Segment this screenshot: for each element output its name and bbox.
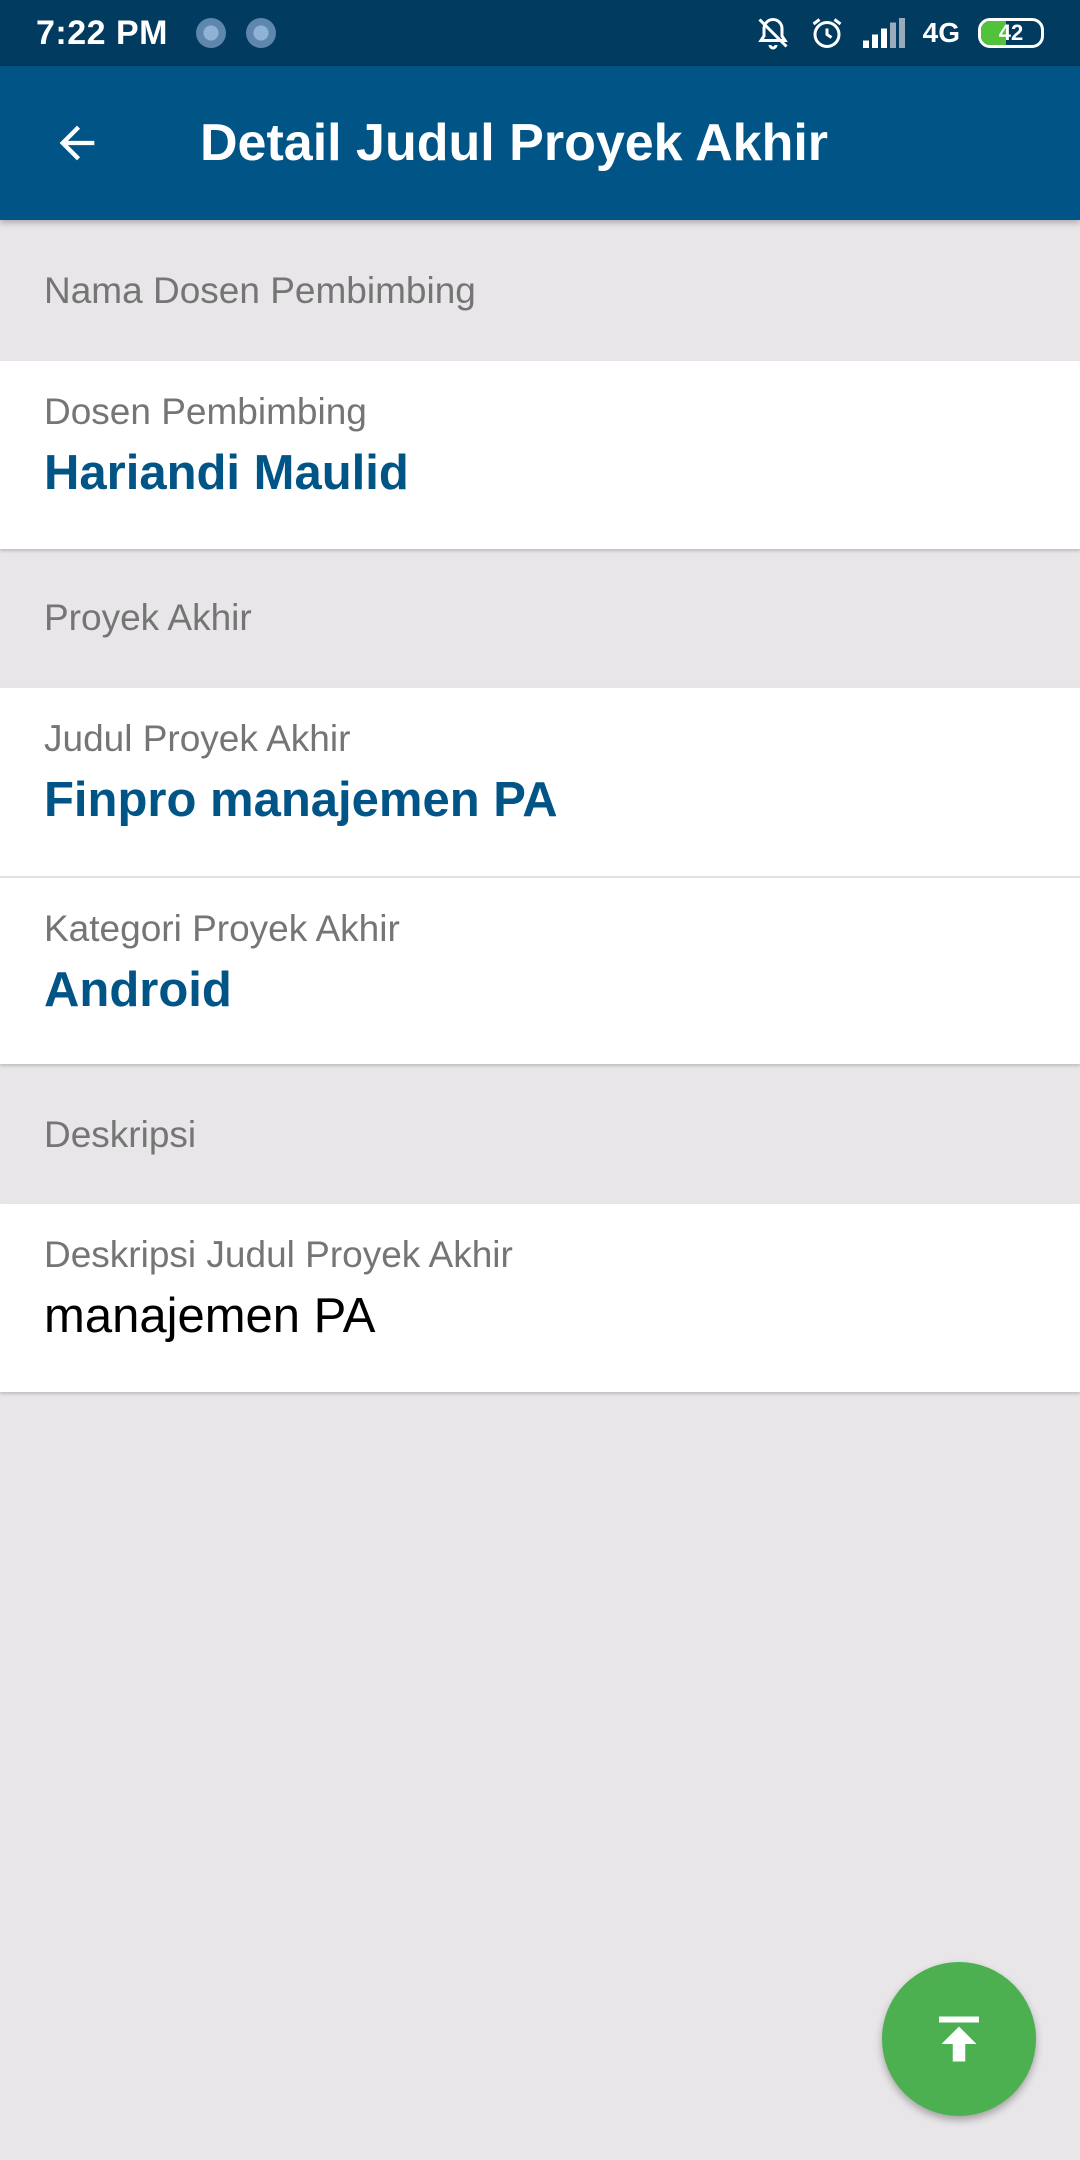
- battery-icon: 42: [978, 18, 1044, 48]
- supervisor-label: Dosen Pembimbing: [44, 391, 367, 432]
- notification-dot-icon: [246, 18, 276, 48]
- scroll-to-top-button[interactable]: [882, 1962, 1036, 2116]
- section-header-supervisor: Nama Dosen Pembimbing: [44, 270, 476, 311]
- app-bar: Detail Judul Proyek Akhir: [0, 66, 1080, 220]
- description-row: Deskripsi Judul Proyek Akhir manajemen P…: [0, 1204, 1080, 1392]
- network-type: 4G: [922, 17, 960, 48]
- back-button[interactable]: [32, 98, 122, 188]
- project-title-row: Judul Proyek Akhir Finpro manajemen PA: [0, 688, 1080, 876]
- scroll-to-top-icon: [939, 2016, 979, 2062]
- status-time: 7:22 PM: [36, 13, 168, 52]
- signal-icon: [862, 18, 905, 48]
- description-label: Deskripsi Judul Proyek Akhir: [44, 1234, 513, 1275]
- page-title: Detail Judul Proyek Akhir: [200, 114, 829, 172]
- section-header-project: Proyek Akhir: [44, 597, 252, 638]
- project-title-label: Judul Proyek Akhir: [44, 718, 351, 759]
- supervisor-row: Dosen Pembimbing Hariandi Maulid: [0, 361, 1080, 549]
- notification-dot-icon: [196, 18, 226, 48]
- status-bar: 7:22 PM 4G 42: [0, 0, 1080, 66]
- project-category-row: Kategori Proyek Akhir Android: [0, 876, 1080, 1064]
- supervisor-card: Dosen Pembimbing Hariandi Maulid: [0, 361, 1080, 549]
- description-value: manajemen PA: [44, 1289, 376, 1343]
- status-icons: 4G 42: [755, 15, 1044, 51]
- section-header-description: Deskripsi: [44, 1114, 197, 1155]
- silent-bell-icon: [757, 17, 788, 50]
- supervisor-name: Hariandi Maulid: [44, 446, 409, 500]
- project-card: Judul Proyek Akhir Finpro manajemen PA K…: [0, 688, 1080, 1064]
- description-card: Deskripsi Judul Proyek Akhir manajemen P…: [0, 1204, 1080, 1392]
- arrow-left-icon: [59, 125, 95, 161]
- battery-level: 42: [998, 20, 1024, 45]
- project-category-label: Kategori Proyek Akhir: [44, 908, 400, 949]
- alarm-icon: [812, 18, 842, 48]
- project-category-value: Android: [44, 963, 232, 1017]
- project-title-value: Finpro manajemen PA: [44, 773, 558, 827]
